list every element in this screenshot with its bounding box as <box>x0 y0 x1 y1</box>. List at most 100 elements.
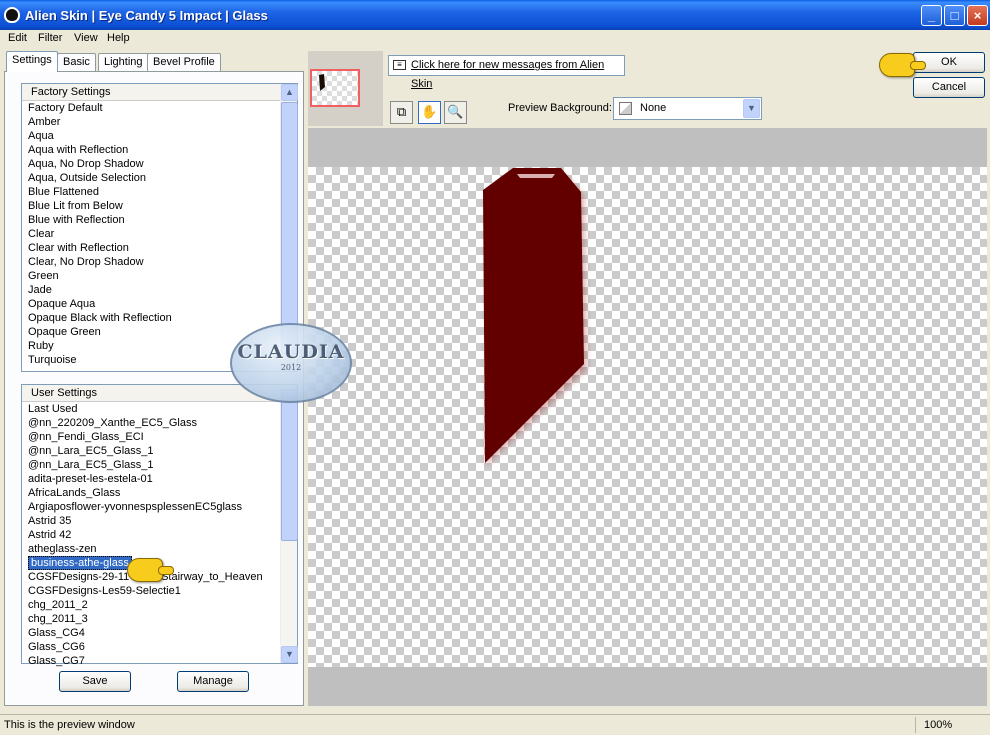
tab-bevel-profile[interactable]: Bevel Profile <box>147 53 221 71</box>
list-item[interactable]: Glass_CG6 <box>28 640 297 654</box>
list-item[interactable]: Argiaposflower-yvonnespsplessenEC5glass <box>28 500 297 514</box>
list-item-label: Argiaposflower-yvonnespsplessenEC5glass <box>28 501 243 513</box>
scroll-down-icon[interactable]: ▼ <box>281 646 298 663</box>
list-item[interactable]: @nn_220209_Xanthe_EC5_Glass <box>28 416 297 430</box>
list-item-label: Glass_CG6 <box>28 641 85 653</box>
list-item[interactable]: Clear, No Drop Shadow <box>28 255 297 269</box>
manage-button[interactable]: Manage <box>177 671 249 692</box>
list-item[interactable]: Aqua, No Drop Shadow <box>28 157 297 171</box>
navigator-viewport[interactable] <box>310 69 360 107</box>
tab-basic[interactable]: Basic <box>57 53 96 71</box>
list-item[interactable]: Glass_CG4 <box>28 626 297 640</box>
menu-view[interactable]: View <box>74 32 98 44</box>
list-item[interactable]: Jade <box>28 283 297 297</box>
list-item-label: @nn_Lara_EC5_Glass_1 <box>28 459 154 471</box>
list-item[interactable]: Glass_CG7 <box>28 654 297 668</box>
navigator-thumbnail[interactable] <box>308 51 383 126</box>
list-item-label: Clear <box>28 228 55 240</box>
list-item[interactable]: Aqua <box>28 129 297 143</box>
list-item-label: Jade <box>28 284 52 296</box>
list-item[interactable]: Amber <box>28 115 297 129</box>
list-item[interactable]: Astrid 42 <box>28 528 297 542</box>
list-item-label: @nn_220209_Xanthe_EC5_Glass <box>28 417 197 429</box>
preview-background-select[interactable]: None ▼ <box>613 97 762 120</box>
tab-settings[interactable]: Settings <box>6 51 58 72</box>
menu-help[interactable]: Help <box>107 32 130 44</box>
claudia-watermark-logo: CLAUDIA 2012 <box>230 323 352 403</box>
zoom-tool-button[interactable]: 🔍 <box>444 101 467 124</box>
messages-link-text[interactable]: Click here for new messages from Alien S… <box>411 59 604 90</box>
list-item-label: Ruby <box>28 340 54 352</box>
list-item[interactable]: Green <box>28 269 297 283</box>
preview-background-value: None <box>640 102 667 114</box>
list-item-label: Aqua with Reflection <box>28 144 129 156</box>
message-icon: ≡ <box>393 60 406 70</box>
list-item[interactable]: CGSFDesigns-Les59-Selectie1 <box>28 584 297 598</box>
list-item[interactable]: chg_2011_2 <box>28 598 297 612</box>
status-bar: This is the preview window 100% <box>0 714 990 735</box>
status-text: This is the preview window <box>4 719 135 731</box>
swatch-icon <box>619 102 632 115</box>
list-item[interactable]: AfricaLands_Glass <box>28 486 297 500</box>
tab-lighting[interactable]: Lighting <box>98 53 149 71</box>
list-item-label: Astrid 35 <box>28 515 72 527</box>
preview-toggle-button[interactable]: ⧉ <box>390 101 413 124</box>
minimize-button[interactable]: _ <box>921 5 942 26</box>
glass-shape-preview <box>483 168 587 466</box>
cancel-button[interactable]: Cancel <box>913 77 985 98</box>
hand-icon: ✋ <box>421 104 438 119</box>
list-item[interactable]: Opaque Black with Reflection <box>28 311 297 325</box>
list-item-label: Aqua, No Drop Shadow <box>28 158 144 170</box>
maximize-button[interactable]: □ <box>944 5 965 26</box>
preview-background-label: Preview Background: <box>508 102 612 114</box>
list-item-label: @nn_Lara_EC5_Glass_1 <box>28 445 154 457</box>
list-item-label: chg_2011_2 <box>28 599 88 611</box>
list-item[interactable]: @nn_Lara_EC5_Glass_1 <box>28 458 297 472</box>
list-item-label: adita-preset-les-estela-01 <box>28 473 153 485</box>
alien-skin-messages-link[interactable]: ≡ Click here for new messages from Alien… <box>388 55 625 90</box>
menu-edit[interactable]: Edit <box>8 32 27 44</box>
list-item-label: chg_2011_3 <box>28 613 88 625</box>
scroll-thumb[interactable] <box>281 102 298 354</box>
list-item[interactable]: Blue Flattened <box>28 185 297 199</box>
user-settings-scrollbar[interactable]: ▼ <box>280 385 298 663</box>
list-item[interactable]: Clear with Reflection <box>28 241 297 255</box>
list-item-label: Astrid 42 <box>28 529 72 541</box>
pointing-hand-icon <box>127 558 174 582</box>
user-settings-list[interactable]: User Settings Last Used @nn_220209_Xanthe… <box>21 384 298 667</box>
list-item-label: atheglass-zen <box>28 543 97 555</box>
scroll-thumb[interactable] <box>281 389 298 541</box>
list-item[interactable]: Aqua, Outside Selection <box>28 171 297 185</box>
list-item-label: Blue Flattened <box>28 186 99 198</box>
zoom-icon: 🔍 <box>447 104 464 119</box>
list-item[interactable]: Aqua with Reflection <box>28 143 297 157</box>
menu-filter[interactable]: Filter <box>38 32 62 44</box>
save-button[interactable]: Save <box>59 671 131 692</box>
close-button[interactable]: × <box>967 5 988 26</box>
chevron-down-icon[interactable]: ▼ <box>743 99 760 118</box>
list-item[interactable]: Astrid 35 <box>28 514 297 528</box>
list-item-label: Clear with Reflection <box>28 242 129 254</box>
preview-window[interactable] <box>308 128 987 706</box>
list-item[interactable]: Blue Lit from Below <box>28 199 297 213</box>
list-item[interactable]: @nn_Lara_EC5_Glass_1 <box>28 444 297 458</box>
list-item-label: Opaque Black with Reflection <box>28 312 172 324</box>
list-item[interactable]: @nn_Fendi_Glass_ECI <box>28 430 297 444</box>
factory-settings-header: Factory Settings <box>22 84 297 101</box>
list-item-label: Factory Default <box>28 102 103 114</box>
list-item-label: CGSFDesigns-Les59-Selectie1 <box>28 585 181 597</box>
list-item[interactable]: atheglass-zen <box>28 542 297 556</box>
list-item[interactable]: adita-preset-les-estela-01 <box>28 472 297 486</box>
hand-tool-button[interactable]: ✋ <box>418 101 441 124</box>
list-item-label: Turquoise <box>28 354 77 366</box>
list-item[interactable]: Factory Default <box>28 101 297 115</box>
list-item[interactable]: Opaque Aqua <box>28 297 297 311</box>
list-item-label: business-athe-glass <box>28 556 132 570</box>
list-item[interactable]: chg_2011_3 <box>28 612 297 626</box>
list-item[interactable]: Last Used <box>28 402 297 416</box>
list-item[interactable]: Clear <box>28 227 297 241</box>
list-item[interactable]: Blue with Reflection <box>28 213 297 227</box>
scroll-up-icon[interactable]: ▲ <box>281 84 298 101</box>
list-item-label: Blue Lit from Below <box>28 200 123 212</box>
list-item-label: Last Used <box>28 403 78 415</box>
